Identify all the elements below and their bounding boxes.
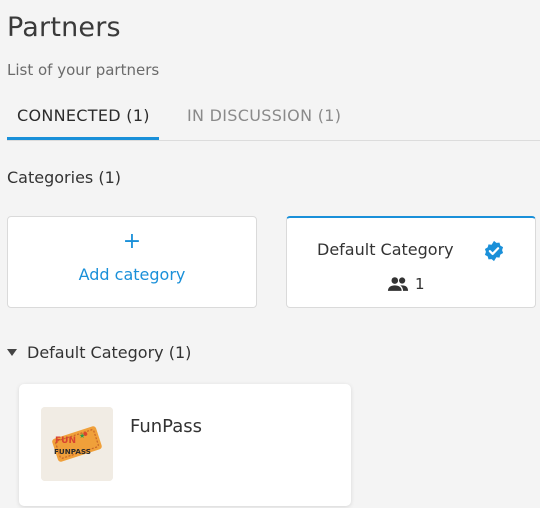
category-name: Default Category bbox=[317, 240, 454, 259]
logo-text: FUNPASS bbox=[54, 447, 91, 456]
tab-in-discussion[interactable]: IN DISCUSSION (1) bbox=[187, 106, 341, 138]
partner-card[interactable]: FUN ★ FUNPASS FunPass bbox=[19, 384, 351, 506]
tab-connected[interactable]: CONNECTED (1) bbox=[7, 106, 159, 140]
plus-icon: + bbox=[122, 229, 142, 254]
page-title: Partners bbox=[7, 12, 121, 43]
funpass-logo-icon: FUN ★ FUNPASS bbox=[41, 407, 113, 481]
category-section-label: Default Category (1) bbox=[27, 343, 192, 362]
tab-bar: CONNECTED (1) IN DISCUSSION (1) bbox=[7, 106, 540, 141]
people-icon bbox=[387, 277, 409, 291]
categories-heading: Categories (1) bbox=[7, 168, 121, 187]
add-category-card[interactable]: + Add category bbox=[7, 216, 257, 308]
svg-text:★: ★ bbox=[79, 432, 85, 440]
caret-down-icon bbox=[7, 349, 17, 356]
category-section-toggle[interactable]: Default Category (1) bbox=[7, 343, 191, 362]
add-category-label: Add category bbox=[78, 265, 186, 284]
page-subtitle: List of your partners bbox=[7, 61, 160, 79]
member-count: 1 bbox=[387, 275, 425, 293]
member-count-value: 1 bbox=[415, 275, 425, 293]
partner-name: FunPass bbox=[130, 416, 203, 437]
verified-badge-icon bbox=[484, 240, 504, 262]
category-card-default[interactable]: Default Category 1 bbox=[286, 216, 536, 308]
partner-logo: FUN ★ FUNPASS bbox=[41, 407, 113, 481]
svg-text:FUN: FUN bbox=[55, 436, 76, 446]
